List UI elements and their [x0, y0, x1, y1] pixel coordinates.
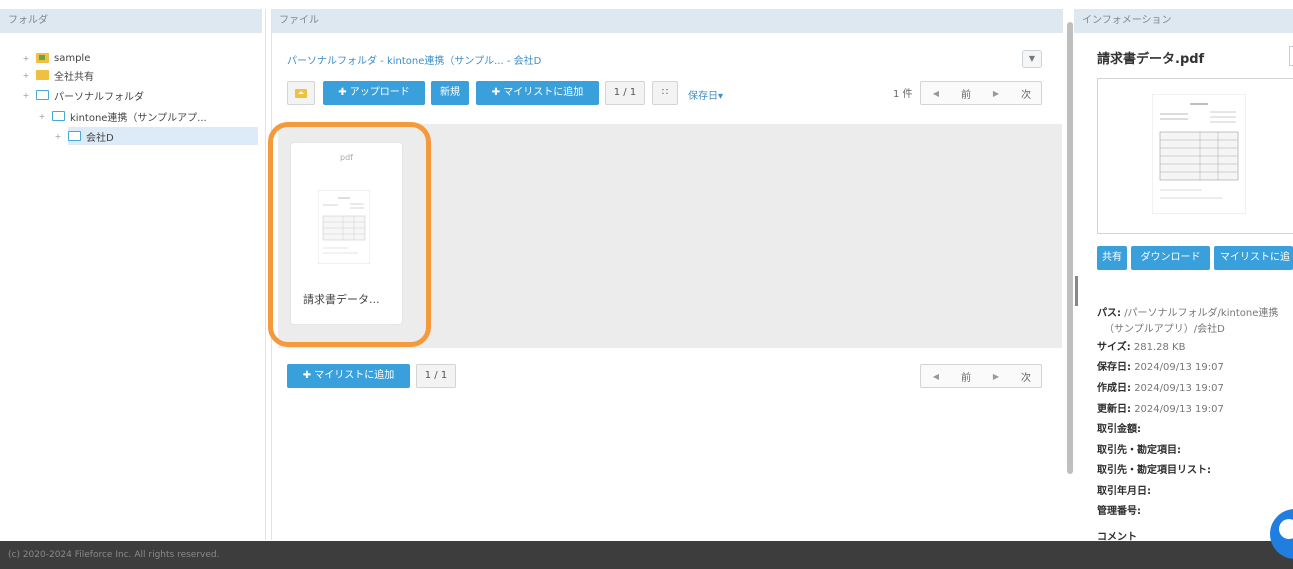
updated-label: 更新日: — [1097, 404, 1131, 415]
add-mylist-button[interactable]: ✚ マイリストに追加 — [476, 81, 599, 105]
info-transaction-date: 取引年月日: — [1097, 482, 1151, 497]
transaction-date-label: 取引年月日: — [1097, 486, 1151, 497]
partner-list-label: 取引先・勘定項目リスト: — [1097, 465, 1211, 476]
add-mylist-label: マイリストに追加 — [503, 87, 584, 98]
breadcrumb[interactable]: パーソナルフォルダ - kintone連携（サンプル... - 会社D — [287, 52, 541, 67]
tree-item-company-shared[interactable]: + 全社共有 — [20, 67, 94, 83]
saved-label: 保存日: — [1097, 362, 1131, 373]
folder-icon — [68, 131, 81, 141]
info-created-date: 作成日: 2024/09/13 19:07 — [1097, 379, 1224, 394]
info-partner: 取引先・勘定項目: — [1097, 441, 1181, 456]
next-button[interactable]: 次 — [1011, 86, 1041, 101]
partner-label: 取引先・勘定項目: — [1097, 445, 1181, 456]
created-label: 作成日: — [1097, 383, 1131, 394]
file-panel-header: ファイル — [271, 9, 1063, 33]
grid-view-button[interactable]: ∷ — [652, 81, 678, 105]
panel-resize-handle[interactable] — [1075, 276, 1078, 306]
footer: (c) 2020-2024 Fileforce Inc. All rights … — [0, 541, 1293, 569]
folder-icon — [36, 90, 49, 100]
expand-icon[interactable]: + — [52, 132, 64, 141]
path-label: パス: — [1097, 308, 1121, 319]
folder-panel-header: フォルダ — [0, 9, 262, 33]
scrollbar[interactable] — [1067, 22, 1073, 474]
pager-top: ◀ 前 ▶ 次 — [920, 81, 1042, 105]
new-button[interactable]: 新規 — [431, 81, 469, 105]
tree-item-label: sample — [54, 52, 91, 64]
tree-item-personal[interactable]: + パーソナルフォルダ — [20, 87, 144, 103]
updated-value: 2024/09/13 19:07 — [1134, 404, 1224, 415]
path-value-line2: （サンプルアプリ）/会社D — [1104, 324, 1225, 335]
expand-icon[interactable]: + — [20, 91, 32, 100]
info-size: サイズ: 281.28 KB — [1097, 338, 1185, 353]
document-preview-icon — [1152, 94, 1246, 214]
sort-dropdown[interactable]: 保存日▾ — [688, 87, 723, 102]
info-updated-date: 更新日: 2024/09/13 19:07 — [1097, 400, 1224, 415]
move-up-button[interactable] — [287, 81, 315, 105]
folder-icon — [36, 70, 49, 80]
folder-up-icon — [295, 89, 307, 98]
prev-button[interactable]: 前 — [951, 369, 981, 384]
share-button[interactable]: 共有 — [1097, 246, 1127, 270]
info-path-continued: （サンプルアプリ）/会社D — [1104, 320, 1225, 335]
upload-button[interactable]: ✚ アップロード — [323, 81, 425, 105]
add-mylist-label: マイリストに追加 — [314, 370, 395, 381]
next-arrow-icon[interactable]: ▶ — [981, 372, 1011, 381]
grid-icon: ∷ — [661, 87, 669, 98]
file-count: 1 件 — [893, 89, 913, 100]
chevron-down-icon[interactable]: ▼ — [1022, 50, 1042, 68]
size-label: サイズ: — [1097, 342, 1131, 353]
sample-folder-icon — [36, 53, 49, 63]
add-mylist-button-bottom[interactable]: ✚ マイリストに追加 — [287, 364, 410, 388]
path-value: /パーソナルフォルダ/kintone連携 — [1124, 308, 1279, 319]
plus-icon: ✚ — [491, 87, 501, 98]
tree-item-label: 会社D — [86, 132, 114, 144]
tree-item-company-d[interactable]: + 会社D — [52, 128, 114, 144]
tree-item-sample[interactable]: + sample — [20, 50, 91, 66]
amount-label: 取引金額: — [1097, 424, 1141, 435]
info-partner-list: 取引先・勘定項目リスト: — [1097, 461, 1211, 476]
expand-icon[interactable]: + — [36, 112, 48, 121]
prev-arrow-icon[interactable]: ◀ — [921, 372, 951, 381]
tree-item-label: 全社共有 — [54, 71, 94, 83]
plus-icon: ✚ — [338, 87, 347, 98]
plus-icon: ✚ — [302, 370, 312, 381]
info-path: パス: /パーソナルフォルダ/kintone連携 — [1097, 304, 1278, 319]
info-add-mylist-button[interactable]: マイリストに追 — [1214, 246, 1293, 270]
tree-item-label: パーソナルフォルダ — [54, 91, 144, 103]
expand-icon[interactable]: + — [20, 54, 32, 63]
caret-down-icon: ▾ — [718, 91, 724, 102]
download-button[interactable]: ダウンロード — [1131, 246, 1210, 270]
selection-highlight-annotation — [268, 122, 431, 347]
tree-item-kintone[interactable]: + kintone連携（サンプルアプ... — [36, 108, 207, 124]
size-value: 281.28 KB — [1133, 342, 1186, 353]
sort-label: 保存日 — [688, 91, 718, 102]
next-arrow-icon[interactable]: ▶ — [981, 89, 1011, 98]
info-panel-header: インフォメーション — [1074, 9, 1293, 33]
info-number: 管理番号: — [1097, 502, 1141, 517]
expand-icon[interactable]: + — [20, 71, 32, 80]
pager-bottom: ◀ 前 ▶ 次 — [920, 364, 1042, 388]
info-amount: 取引金額: — [1097, 420, 1141, 435]
number-label: 管理番号: — [1097, 506, 1141, 517]
saved-value: 2024/09/13 19:07 — [1134, 362, 1224, 373]
upload-label: アップロード — [349, 87, 410, 98]
info-file-title: 請求書データ.pdf — [1097, 52, 1205, 67]
created-value: 2024/09/13 19:07 — [1134, 383, 1224, 394]
prev-button[interactable]: 前 — [951, 86, 981, 101]
next-button[interactable]: 次 — [1011, 369, 1041, 384]
info-saved-date: 保存日: 2024/09/13 19:07 — [1097, 358, 1224, 373]
tree-item-label: kintone連携（サンプルアプ... — [70, 112, 207, 124]
folder-icon — [52, 111, 65, 121]
prev-arrow-icon[interactable]: ◀ — [921, 89, 951, 98]
info-title-edge — [1289, 46, 1293, 66]
page-indicator-bottom: 1 / 1 — [416, 364, 456, 388]
page-indicator: 1 / 1 — [605, 81, 645, 105]
divider — [265, 9, 266, 540]
